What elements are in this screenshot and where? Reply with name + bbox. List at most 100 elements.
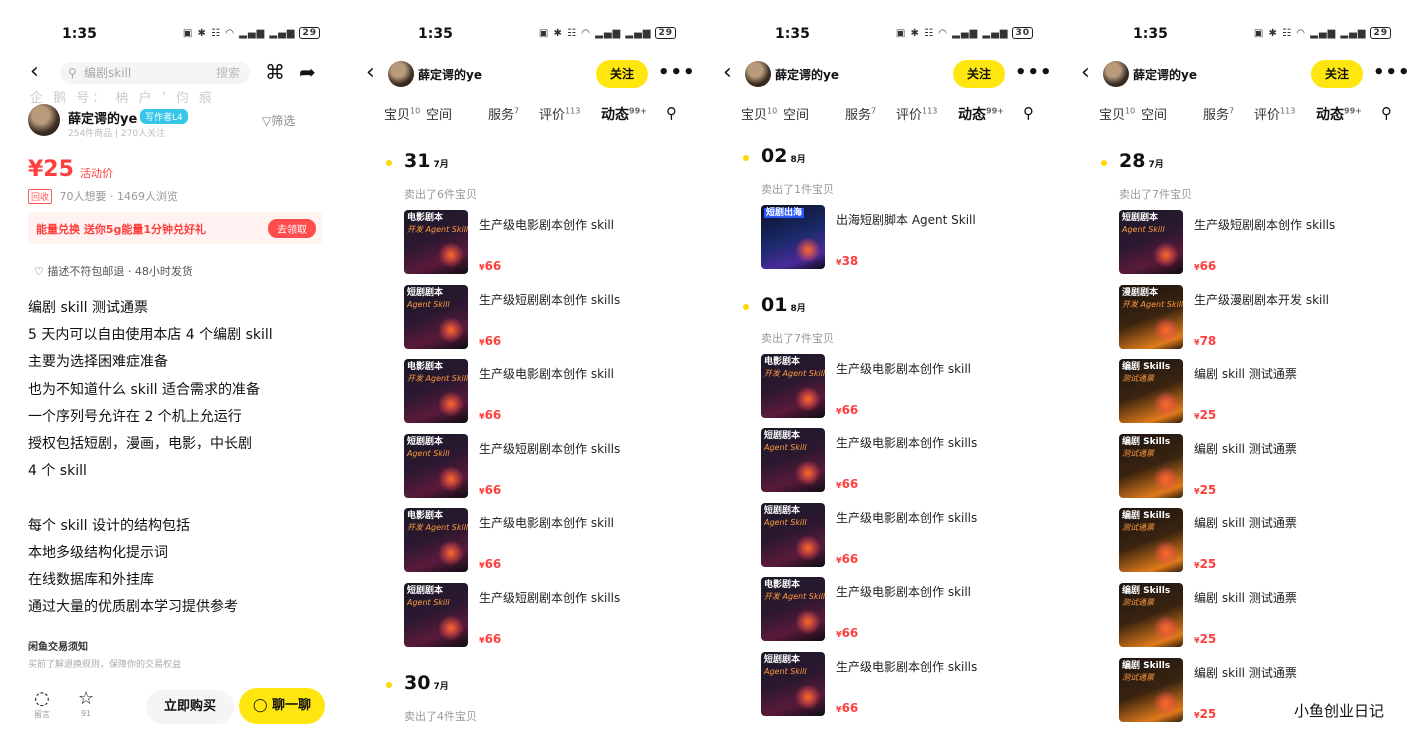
list-item[interactable]: 电影剧本 开发 Agent Skill 生产级电影剧本创作 skill ¥66 bbox=[761, 353, 1041, 418]
tab-3[interactable]: 评价113 bbox=[896, 104, 937, 123]
item-title[interactable]: 生产级漫剧剧本开发 skill bbox=[1194, 291, 1329, 308]
item-thumbnail[interactable]: 编剧 Skills 测试通票 bbox=[1119, 583, 1183, 647]
item-title[interactable]: 出海短剧脚本 Agent Skill bbox=[836, 211, 976, 228]
tab-1[interactable]: 空间 bbox=[426, 104, 452, 123]
share-icon[interactable]: ➦ bbox=[299, 60, 316, 84]
item-thumbnail[interactable]: 短剧出海 bbox=[761, 205, 825, 269]
list-item[interactable]: 短剧剧本 Agent Skill 生产级电影剧本创作 skills ¥66 bbox=[761, 652, 1041, 716]
tab-0[interactable]: 宝贝10 bbox=[1099, 104, 1135, 123]
search-icon[interactable]: ⚲ bbox=[666, 104, 677, 122]
item-thumbnail[interactable]: 短剧剧本 Agent Skill bbox=[761, 652, 825, 716]
follow-button[interactable]: 关注 bbox=[953, 60, 1005, 88]
item-title[interactable]: 生产级电影剧本创作 skill bbox=[479, 514, 614, 531]
favorite-button[interactable]: ☆ 91 bbox=[78, 688, 94, 718]
list-item[interactable]: 短剧剧本 Agent Skill 生产级短剧剧本创作 skills ¥66 bbox=[404, 583, 684, 647]
shipping-row[interactable]: ♡ 描述不符包邮退 · 48小时发货 bbox=[34, 263, 193, 279]
list-item[interactable]: 短剧剧本 Agent Skill 生产级电影剧本创作 skills ¥66 bbox=[761, 502, 1041, 567]
tab-4[interactable]: 动态99+ bbox=[601, 104, 647, 126]
avatar[interactable] bbox=[1103, 61, 1129, 87]
item-title[interactable]: 生产级电影剧本创作 skill bbox=[479, 216, 614, 233]
item-title[interactable]: 生产级短剧剧本创作 skills bbox=[479, 589, 620, 606]
follow-button[interactable]: 关注 bbox=[1311, 60, 1363, 88]
shop-name[interactable]: 薛定谔的ye bbox=[418, 66, 482, 83]
tab-0[interactable]: 宝贝10 bbox=[384, 104, 420, 123]
comment-button[interactable]: ◌ 留言 bbox=[34, 688, 50, 720]
tab-0[interactable]: 宝贝10 bbox=[741, 104, 777, 123]
search-button[interactable]: 搜索 bbox=[216, 62, 240, 84]
item-thumbnail[interactable]: 电影剧本 开发 Agent Skill bbox=[404, 210, 468, 274]
item-thumbnail[interactable]: 编剧 Skills 测试通票 bbox=[1119, 657, 1183, 722]
avatar[interactable] bbox=[745, 61, 771, 87]
tab-4[interactable]: 动态99+ bbox=[958, 104, 1004, 126]
seller-row[interactable]: 薛定谔的ye 写作者L4 254件商品 | 270人关注 bbox=[28, 104, 188, 139]
shop-name[interactable]: 薛定谔的ye bbox=[1133, 66, 1197, 83]
tab-1[interactable]: 空间 bbox=[1141, 104, 1167, 123]
back-icon[interactable]: ‹ bbox=[30, 59, 39, 84]
search-icon[interactable]: ⚲ bbox=[1381, 104, 1392, 122]
tab-1[interactable]: 空间 bbox=[783, 104, 809, 123]
item-thumbnail[interactable]: 短剧剧本 Agent Skill bbox=[761, 502, 825, 567]
item-thumbnail[interactable]: 编剧 Skills 测试通票 bbox=[1119, 508, 1183, 573]
list-item[interactable]: 短剧剧本 Agent Skill 生产级电影剧本创作 skills ¥66 bbox=[761, 428, 1041, 493]
tab-2[interactable]: 服务7 bbox=[488, 104, 519, 123]
follow-button[interactable]: 关注 bbox=[596, 60, 648, 88]
back-icon[interactable]: ‹ bbox=[1081, 60, 1090, 85]
item-title[interactable]: 编剧 skill 测试通票 bbox=[1194, 664, 1297, 681]
promo-button[interactable]: 去领取 bbox=[268, 219, 316, 238]
search-icon[interactable]: ⚲ bbox=[1023, 104, 1034, 122]
avatar[interactable] bbox=[388, 61, 414, 87]
list-item[interactable]: 电影剧本 开发 Agent Skill 生产级电影剧本创作 skill ¥66 bbox=[404, 508, 684, 573]
tab-2[interactable]: 服务7 bbox=[845, 104, 876, 123]
back-icon[interactable]: ‹ bbox=[723, 60, 732, 85]
promo-banner[interactable]: 能量兑换 送你5g能量1分钟兑好礼 去领取 bbox=[28, 212, 322, 244]
tab-3[interactable]: 评价113 bbox=[1254, 104, 1295, 123]
item-title[interactable]: 生产级短剧剧本创作 skills bbox=[1194, 216, 1335, 233]
list-item[interactable]: 短剧出海 出海短剧脚本 Agent Skill ¥38 bbox=[761, 205, 1041, 269]
item-title[interactable]: 编剧 skill 测试通票 bbox=[1194, 589, 1297, 606]
item-thumbnail[interactable]: 短剧剧本 Agent Skill bbox=[404, 284, 468, 349]
item-thumbnail[interactable]: 短剧剧本 Agent Skill bbox=[404, 433, 468, 498]
chat-button[interactable]: ◯ 聊一聊 bbox=[239, 688, 325, 724]
scan-icon[interactable]: ⌘ bbox=[265, 60, 285, 84]
item-thumbnail[interactable]: 漫剧剧本 开发 Agent Skill bbox=[1119, 284, 1183, 349]
more-icon[interactable]: ••• bbox=[1015, 62, 1053, 83]
item-title[interactable]: 生产级电影剧本创作 skill bbox=[479, 365, 614, 382]
item-thumbnail[interactable]: 编剧 Skills 测试通票 bbox=[1119, 433, 1183, 498]
list-item[interactable]: 电影剧本 开发 Agent Skill 生产级电影剧本创作 skill ¥66 bbox=[404, 210, 684, 274]
item-thumbnail[interactable]: 短剧剧本 Agent Skill bbox=[404, 583, 468, 647]
item-thumbnail[interactable]: 电影剧本 开发 Agent Skill bbox=[761, 577, 825, 642]
item-thumbnail[interactable]: 电影剧本 开发 Agent Skill bbox=[761, 353, 825, 418]
item-title[interactable]: 生产级电影剧本创作 skill bbox=[836, 360, 971, 377]
list-item[interactable]: 编剧 Skills 测试通票 编剧 skill 测试通票 ¥25 bbox=[1119, 508, 1399, 573]
item-title[interactable]: 编剧 skill 测试通票 bbox=[1194, 365, 1297, 382]
list-item[interactable]: 短剧剧本 Agent Skill 生产级短剧剧本创作 skills ¥66 bbox=[1119, 210, 1399, 274]
item-title[interactable]: 编剧 skill 测试通票 bbox=[1194, 440, 1297, 457]
buy-now-button[interactable]: 立即购买 bbox=[146, 690, 234, 724]
shop-name[interactable]: 薛定谔的ye bbox=[775, 66, 839, 83]
item-thumbnail[interactable]: 短剧剧本 Agent Skill bbox=[1119, 210, 1183, 274]
list-item[interactable]: 编剧 Skills 测试通票 编剧 skill 测试通票 ¥25 bbox=[1119, 359, 1399, 424]
item-title[interactable]: 编剧 skill 测试通票 bbox=[1194, 514, 1297, 531]
item-thumbnail[interactable]: 短剧剧本 Agent Skill bbox=[761, 428, 825, 493]
list-item[interactable]: 短剧剧本 Agent Skill 生产级短剧剧本创作 skills ¥66 bbox=[404, 284, 684, 349]
item-title[interactable]: 生产级电影剧本创作 skills bbox=[836, 434, 977, 451]
item-title[interactable]: 生产级电影剧本创作 skills bbox=[836, 658, 977, 675]
item-thumbnail[interactable]: 编剧 Skills 测试通票 bbox=[1119, 359, 1183, 424]
back-icon[interactable]: ‹ bbox=[366, 60, 375, 85]
list-item[interactable]: 短剧剧本 Agent Skill 生产级短剧剧本创作 skills ¥66 bbox=[404, 433, 684, 498]
list-item[interactable]: 电影剧本 开发 Agent Skill 生产级电影剧本创作 skill ¥66 bbox=[761, 577, 1041, 642]
list-item[interactable]: 编剧 Skills 测试通票 编剧 skill 测试通票 ¥25 bbox=[1119, 433, 1399, 498]
seller-name[interactable]: 薛定谔的ye bbox=[68, 108, 137, 127]
notice-title[interactable]: 闲鱼交易须知 bbox=[28, 638, 88, 653]
more-icon[interactable]: ••• bbox=[1373, 62, 1411, 83]
item-thumbnail[interactable]: 电影剧本 开发 Agent Skill bbox=[404, 359, 468, 424]
tab-2[interactable]: 服务7 bbox=[1203, 104, 1234, 123]
tab-4[interactable]: 动态99+ bbox=[1316, 104, 1362, 126]
avatar[interactable] bbox=[28, 104, 60, 136]
search-input[interactable]: ⚲ 编剧skill 搜索 bbox=[60, 62, 250, 84]
list-item[interactable]: 编剧 Skills 测试通票 编剧 skill 测试通票 ¥25 bbox=[1119, 583, 1399, 647]
tab-3[interactable]: 评价113 bbox=[539, 104, 580, 123]
item-title[interactable]: 生产级短剧剧本创作 skills bbox=[479, 440, 620, 457]
filter-button[interactable]: ▽筛选 bbox=[262, 112, 295, 129]
list-item[interactable]: 漫剧剧本 开发 Agent Skill 生产级漫剧剧本开发 skill ¥78 bbox=[1119, 284, 1399, 349]
